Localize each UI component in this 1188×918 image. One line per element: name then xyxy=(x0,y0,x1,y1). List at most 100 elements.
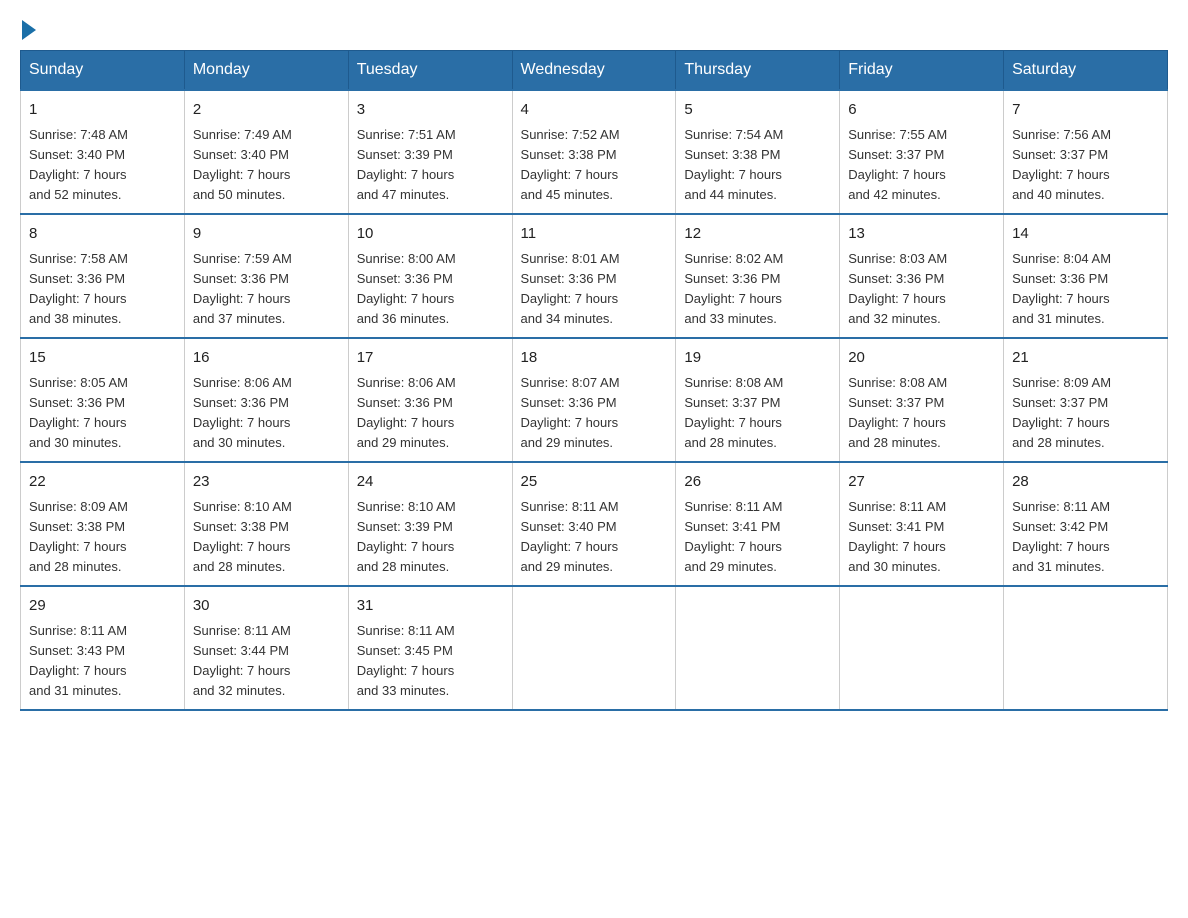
day-number: 11 xyxy=(521,223,668,246)
day-info: Sunrise: 8:08 AMSunset: 3:37 PMDaylight:… xyxy=(684,375,783,450)
day-number: 17 xyxy=(357,347,504,370)
day-number: 8 xyxy=(29,223,176,246)
calendar-cell: 1 Sunrise: 7:48 AMSunset: 3:40 PMDayligh… xyxy=(21,90,185,214)
day-info: Sunrise: 8:06 AMSunset: 3:36 PMDaylight:… xyxy=(357,375,456,450)
calendar-cell: 28 Sunrise: 8:11 AMSunset: 3:42 PMDaylig… xyxy=(1004,462,1168,586)
day-number: 1 xyxy=(29,99,176,122)
day-info: Sunrise: 7:56 AMSunset: 3:37 PMDaylight:… xyxy=(1012,127,1111,202)
day-number: 4 xyxy=(521,99,668,122)
day-number: 13 xyxy=(848,223,995,246)
day-info: Sunrise: 8:11 AMSunset: 3:41 PMDaylight:… xyxy=(848,499,946,574)
calendar-cell xyxy=(1004,586,1168,710)
calendar-cell: 11 Sunrise: 8:01 AMSunset: 3:36 PMDaylig… xyxy=(512,214,676,338)
day-number: 6 xyxy=(848,99,995,122)
day-info: Sunrise: 8:11 AMSunset: 3:43 PMDaylight:… xyxy=(29,623,127,698)
day-number: 18 xyxy=(521,347,668,370)
calendar-cell xyxy=(512,586,676,710)
day-info: Sunrise: 8:11 AMSunset: 3:42 PMDaylight:… xyxy=(1012,499,1110,574)
day-number: 2 xyxy=(193,99,340,122)
day-of-week-header: Tuesday xyxy=(348,51,512,91)
calendar-week-row: 15 Sunrise: 8:05 AMSunset: 3:36 PMDaylig… xyxy=(21,338,1168,462)
day-number: 20 xyxy=(848,347,995,370)
day-info: Sunrise: 8:09 AMSunset: 3:37 PMDaylight:… xyxy=(1012,375,1111,450)
day-info: Sunrise: 7:51 AMSunset: 3:39 PMDaylight:… xyxy=(357,127,456,202)
calendar-cell: 5 Sunrise: 7:54 AMSunset: 3:38 PMDayligh… xyxy=(676,90,840,214)
day-info: Sunrise: 8:11 AMSunset: 3:45 PMDaylight:… xyxy=(357,623,455,698)
day-number: 25 xyxy=(521,471,668,494)
day-info: Sunrise: 8:11 AMSunset: 3:44 PMDaylight:… xyxy=(193,623,291,698)
calendar-week-row: 8 Sunrise: 7:58 AMSunset: 3:36 PMDayligh… xyxy=(21,214,1168,338)
day-of-week-header: Thursday xyxy=(676,51,840,91)
day-number: 24 xyxy=(357,471,504,494)
day-info: Sunrise: 8:11 AMSunset: 3:41 PMDaylight:… xyxy=(684,499,782,574)
day-number: 28 xyxy=(1012,471,1159,494)
calendar-cell: 3 Sunrise: 7:51 AMSunset: 3:39 PMDayligh… xyxy=(348,90,512,214)
calendar-cell: 30 Sunrise: 8:11 AMSunset: 3:44 PMDaylig… xyxy=(184,586,348,710)
day-number: 7 xyxy=(1012,99,1159,122)
calendar-cell: 16 Sunrise: 8:06 AMSunset: 3:36 PMDaylig… xyxy=(184,338,348,462)
calendar-cell: 23 Sunrise: 8:10 AMSunset: 3:38 PMDaylig… xyxy=(184,462,348,586)
calendar-cell xyxy=(840,586,1004,710)
day-number: 21 xyxy=(1012,347,1159,370)
day-number: 9 xyxy=(193,223,340,246)
calendar-header-row: SundayMondayTuesdayWednesdayThursdayFrid… xyxy=(21,51,1168,91)
day-of-week-header: Wednesday xyxy=(512,51,676,91)
day-info: Sunrise: 8:02 AMSunset: 3:36 PMDaylight:… xyxy=(684,251,783,326)
calendar-cell: 10 Sunrise: 8:00 AMSunset: 3:36 PMDaylig… xyxy=(348,214,512,338)
calendar-cell: 19 Sunrise: 8:08 AMSunset: 3:37 PMDaylig… xyxy=(676,338,840,462)
day-info: Sunrise: 7:48 AMSunset: 3:40 PMDaylight:… xyxy=(29,127,128,202)
day-info: Sunrise: 8:00 AMSunset: 3:36 PMDaylight:… xyxy=(357,251,456,326)
day-info: Sunrise: 7:55 AMSunset: 3:37 PMDaylight:… xyxy=(848,127,947,202)
logo-arrow-icon xyxy=(22,20,36,40)
day-number: 3 xyxy=(357,99,504,122)
calendar-cell: 29 Sunrise: 8:11 AMSunset: 3:43 PMDaylig… xyxy=(21,586,185,710)
calendar-cell: 6 Sunrise: 7:55 AMSunset: 3:37 PMDayligh… xyxy=(840,90,1004,214)
day-number: 22 xyxy=(29,471,176,494)
calendar-cell: 17 Sunrise: 8:06 AMSunset: 3:36 PMDaylig… xyxy=(348,338,512,462)
day-info: Sunrise: 8:08 AMSunset: 3:37 PMDaylight:… xyxy=(848,375,947,450)
calendar-cell: 31 Sunrise: 8:11 AMSunset: 3:45 PMDaylig… xyxy=(348,586,512,710)
day-info: Sunrise: 8:07 AMSunset: 3:36 PMDaylight:… xyxy=(521,375,620,450)
calendar-cell: 18 Sunrise: 8:07 AMSunset: 3:36 PMDaylig… xyxy=(512,338,676,462)
day-number: 10 xyxy=(357,223,504,246)
calendar-cell: 14 Sunrise: 8:04 AMSunset: 3:36 PMDaylig… xyxy=(1004,214,1168,338)
day-info: Sunrise: 8:10 AMSunset: 3:39 PMDaylight:… xyxy=(357,499,456,574)
day-info: Sunrise: 8:11 AMSunset: 3:40 PMDaylight:… xyxy=(521,499,619,574)
day-info: Sunrise: 7:54 AMSunset: 3:38 PMDaylight:… xyxy=(684,127,783,202)
calendar-week-row: 22 Sunrise: 8:09 AMSunset: 3:38 PMDaylig… xyxy=(21,462,1168,586)
day-info: Sunrise: 7:52 AMSunset: 3:38 PMDaylight:… xyxy=(521,127,620,202)
calendar-cell: 7 Sunrise: 7:56 AMSunset: 3:37 PMDayligh… xyxy=(1004,90,1168,214)
day-of-week-header: Sunday xyxy=(21,51,185,91)
day-info: Sunrise: 8:10 AMSunset: 3:38 PMDaylight:… xyxy=(193,499,292,574)
day-number: 27 xyxy=(848,471,995,494)
calendar-cell: 26 Sunrise: 8:11 AMSunset: 3:41 PMDaylig… xyxy=(676,462,840,586)
day-number: 30 xyxy=(193,595,340,618)
day-info: Sunrise: 8:09 AMSunset: 3:38 PMDaylight:… xyxy=(29,499,128,574)
day-of-week-header: Friday xyxy=(840,51,1004,91)
calendar-cell: 25 Sunrise: 8:11 AMSunset: 3:40 PMDaylig… xyxy=(512,462,676,586)
calendar-cell: 22 Sunrise: 8:09 AMSunset: 3:38 PMDaylig… xyxy=(21,462,185,586)
day-number: 12 xyxy=(684,223,831,246)
calendar-week-row: 29 Sunrise: 8:11 AMSunset: 3:43 PMDaylig… xyxy=(21,586,1168,710)
calendar-cell: 15 Sunrise: 8:05 AMSunset: 3:36 PMDaylig… xyxy=(21,338,185,462)
calendar-cell: 13 Sunrise: 8:03 AMSunset: 3:36 PMDaylig… xyxy=(840,214,1004,338)
day-info: Sunrise: 8:05 AMSunset: 3:36 PMDaylight:… xyxy=(29,375,128,450)
day-number: 19 xyxy=(684,347,831,370)
day-info: Sunrise: 7:58 AMSunset: 3:36 PMDaylight:… xyxy=(29,251,128,326)
day-number: 23 xyxy=(193,471,340,494)
day-info: Sunrise: 8:03 AMSunset: 3:36 PMDaylight:… xyxy=(848,251,947,326)
day-number: 31 xyxy=(357,595,504,618)
logo xyxy=(20,20,38,40)
calendar-cell: 2 Sunrise: 7:49 AMSunset: 3:40 PMDayligh… xyxy=(184,90,348,214)
day-number: 16 xyxy=(193,347,340,370)
calendar-week-row: 1 Sunrise: 7:48 AMSunset: 3:40 PMDayligh… xyxy=(21,90,1168,214)
calendar-table: SundayMondayTuesdayWednesdayThursdayFrid… xyxy=(20,50,1168,711)
day-number: 26 xyxy=(684,471,831,494)
day-number: 5 xyxy=(684,99,831,122)
day-info: Sunrise: 8:04 AMSunset: 3:36 PMDaylight:… xyxy=(1012,251,1111,326)
day-info: Sunrise: 7:49 AMSunset: 3:40 PMDaylight:… xyxy=(193,127,292,202)
calendar-cell: 4 Sunrise: 7:52 AMSunset: 3:38 PMDayligh… xyxy=(512,90,676,214)
day-number: 14 xyxy=(1012,223,1159,246)
calendar-cell: 9 Sunrise: 7:59 AMSunset: 3:36 PMDayligh… xyxy=(184,214,348,338)
day-number: 29 xyxy=(29,595,176,618)
